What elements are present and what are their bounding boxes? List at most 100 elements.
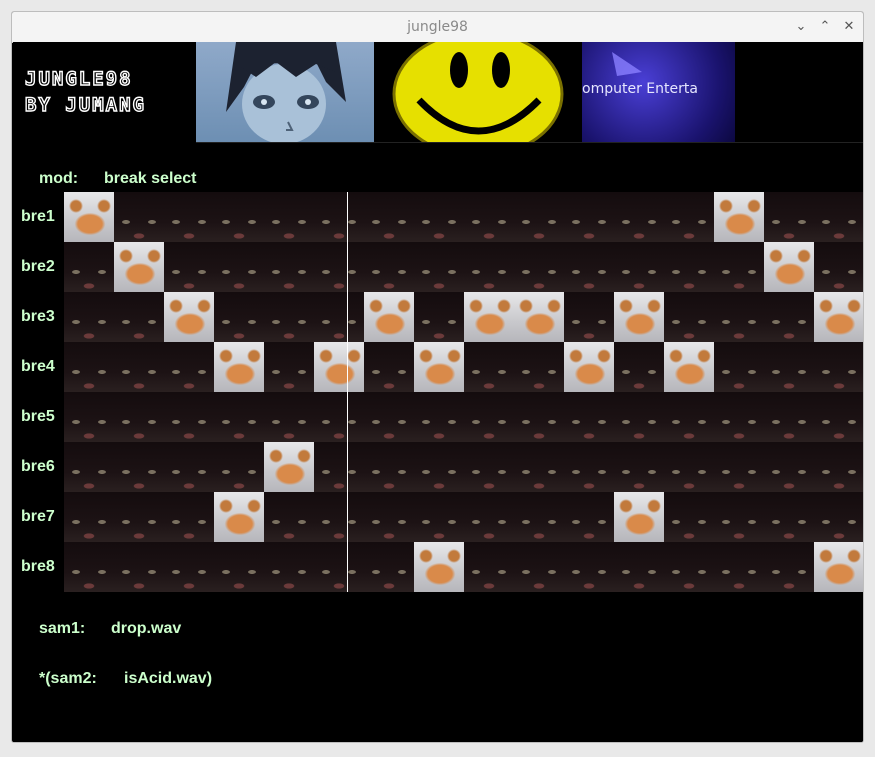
step-cell-inactive[interactable]: [264, 292, 314, 342]
step-cell-inactive[interactable]: [514, 492, 564, 542]
step-cell-inactive[interactable]: [614, 342, 664, 392]
step-cell-inactive[interactable]: [414, 492, 464, 542]
step-cell-active[interactable]: [414, 542, 464, 592]
step-cell-inactive[interactable]: [314, 492, 364, 542]
step-cell-inactive[interactable]: [614, 442, 664, 492]
step-cell-inactive[interactable]: [414, 442, 464, 492]
step-cell-active[interactable]: [264, 442, 314, 492]
step-cell-inactive[interactable]: [514, 342, 564, 392]
step-cell-inactive[interactable]: [414, 242, 464, 292]
step-cell-inactive[interactable]: [214, 392, 264, 442]
step-cell-inactive[interactable]: [464, 342, 514, 392]
step-cell-inactive[interactable]: [114, 342, 164, 392]
step-cell-inactive[interactable]: [614, 192, 664, 242]
step-cell-active[interactable]: [164, 292, 214, 342]
step-cell-inactive[interactable]: [464, 542, 514, 592]
step-cell-inactive[interactable]: [214, 442, 264, 492]
step-cell-inactive[interactable]: [664, 442, 714, 492]
step-cell-inactive[interactable]: [214, 192, 264, 242]
step-cell-inactive[interactable]: [564, 242, 614, 292]
step-cell-inactive[interactable]: [164, 192, 214, 242]
step-cell-inactive[interactable]: [714, 242, 764, 292]
step-cell-inactive[interactable]: [464, 442, 514, 492]
step-cell-inactive[interactable]: [764, 342, 814, 392]
step-cell-inactive[interactable]: [214, 242, 264, 292]
step-cell-inactive[interactable]: [814, 392, 863, 442]
step-cell-inactive[interactable]: [364, 342, 414, 392]
maximize-icon[interactable]: ⌃: [815, 17, 835, 37]
step-cell-inactive[interactable]: [264, 492, 314, 542]
step-cell-inactive[interactable]: [714, 442, 764, 492]
step-cell-inactive[interactable]: [314, 442, 364, 492]
step-cell-active[interactable]: [764, 242, 814, 292]
step-cell-inactive[interactable]: [264, 192, 314, 242]
step-cell-inactive[interactable]: [164, 242, 214, 292]
step-cell-inactive[interactable]: [314, 242, 364, 292]
step-cell-inactive[interactable]: [114, 542, 164, 592]
step-cell-inactive[interactable]: [414, 292, 464, 342]
step-cell-inactive[interactable]: [564, 392, 614, 442]
step-cell-inactive[interactable]: [764, 542, 814, 592]
step-cell-inactive[interactable]: [64, 392, 114, 442]
step-cell-inactive[interactable]: [514, 192, 564, 242]
step-cell-inactive[interactable]: [364, 192, 414, 242]
step-cell-inactive[interactable]: [364, 492, 414, 542]
step-cell-inactive[interactable]: [64, 242, 114, 292]
step-cell-inactive[interactable]: [564, 192, 614, 242]
sam2-value[interactable]: isAcid.wav): [124, 670, 212, 688]
step-cell-inactive[interactable]: [714, 342, 764, 392]
step-cell-inactive[interactable]: [514, 392, 564, 442]
title-bar[interactable]: jungle98 ⌄ ⌃ ✕: [12, 12, 863, 43]
step-cell-inactive[interactable]: [64, 492, 114, 542]
step-cell-active[interactable]: [364, 292, 414, 342]
step-cell-inactive[interactable]: [364, 242, 414, 292]
step-cell-inactive[interactable]: [314, 192, 364, 242]
mod-value[interactable]: break select: [104, 170, 197, 188]
step-cell-inactive[interactable]: [314, 292, 364, 342]
step-cell-inactive[interactable]: [414, 392, 464, 442]
step-cell-active[interactable]: [814, 292, 863, 342]
step-cell-inactive[interactable]: [564, 292, 614, 342]
step-cell-inactive[interactable]: [314, 542, 364, 592]
step-cell-inactive[interactable]: [564, 542, 614, 592]
step-cell-inactive[interactable]: [414, 192, 464, 242]
step-cell-inactive[interactable]: [714, 492, 764, 542]
sam1-value[interactable]: drop.wav: [111, 620, 181, 638]
step-cell-inactive[interactable]: [664, 392, 714, 442]
step-cell-inactive[interactable]: [764, 442, 814, 492]
step-cell-active[interactable]: [314, 342, 364, 392]
step-cell-inactive[interactable]: [814, 192, 863, 242]
step-cell-inactive[interactable]: [214, 542, 264, 592]
step-cell-inactive[interactable]: [764, 492, 814, 542]
step-cell-inactive[interactable]: [164, 342, 214, 392]
step-cell-inactive[interactable]: [114, 392, 164, 442]
step-cell-inactive[interactable]: [814, 242, 863, 292]
step-cell-inactive[interactable]: [764, 192, 814, 242]
step-cell-active[interactable]: [564, 342, 614, 392]
step-cell-inactive[interactable]: [464, 242, 514, 292]
step-cell-inactive[interactable]: [114, 192, 164, 242]
step-cell-inactive[interactable]: [464, 392, 514, 442]
step-cell-active[interactable]: [814, 542, 863, 592]
step-cell-inactive[interactable]: [64, 542, 114, 592]
step-cell-inactive[interactable]: [214, 292, 264, 342]
step-cell-inactive[interactable]: [314, 392, 364, 442]
step-cell-inactive[interactable]: [464, 492, 514, 542]
step-cell-inactive[interactable]: [264, 242, 314, 292]
step-cell-inactive[interactable]: [514, 542, 564, 592]
step-cell-inactive[interactable]: [664, 492, 714, 542]
step-cell-inactive[interactable]: [114, 492, 164, 542]
step-cell-inactive[interactable]: [364, 442, 414, 492]
step-cell-inactive[interactable]: [564, 442, 614, 492]
step-cell-inactive[interactable]: [714, 392, 764, 442]
step-cell-inactive[interactable]: [764, 392, 814, 442]
step-cell-active[interactable]: [214, 492, 264, 542]
step-cell-inactive[interactable]: [664, 542, 714, 592]
step-cell-inactive[interactable]: [64, 342, 114, 392]
step-cell-inactive[interactable]: [714, 292, 764, 342]
step-cell-active[interactable]: [414, 342, 464, 392]
step-cell-active[interactable]: [114, 242, 164, 292]
step-cell-inactive[interactable]: [814, 442, 863, 492]
step-cell-inactive[interactable]: [164, 492, 214, 542]
step-cell-inactive[interactable]: [614, 542, 664, 592]
